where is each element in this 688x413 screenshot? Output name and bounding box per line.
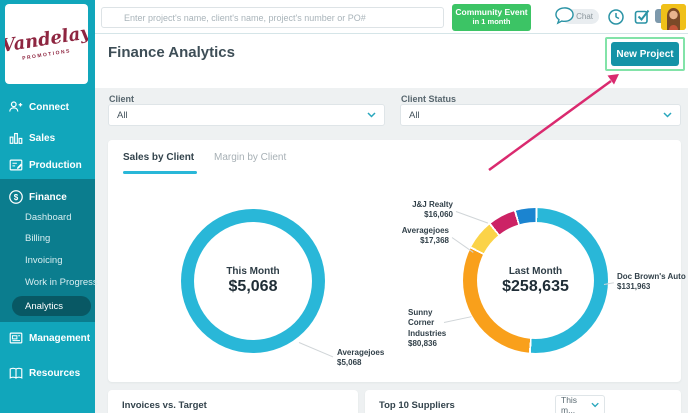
document-edit-icon xyxy=(9,159,23,171)
invoices-card-title: Invoices vs. Target xyxy=(122,400,207,411)
new-project-button[interactable]: New Project xyxy=(611,42,679,66)
tab-margin-by-client[interactable]: Margin by Client xyxy=(214,152,286,163)
segment-value: $5,068 xyxy=(337,358,362,368)
segment-value: $80,836 xyxy=(408,339,437,349)
book-icon xyxy=(9,367,23,379)
dollar-circle-icon: $ xyxy=(9,190,23,204)
people-icon xyxy=(9,101,23,112)
segment-label-doc-browns-auto: Doc Brown's Auto $131,963 xyxy=(617,272,686,293)
app-window: Vandelay PROMOTIONS Connect Sales Produc… xyxy=(0,0,688,413)
page-title: Finance Analytics xyxy=(108,44,235,61)
sidebar-subitem-invoicing[interactable]: Invoicing xyxy=(25,255,63,266)
sidebar-label: Resources xyxy=(29,367,81,379)
segment-name: Doc Brown's Auto xyxy=(617,272,686,281)
avatar-image xyxy=(661,4,686,30)
sales-by-client-card: Sales by Client Margin by Client This Mo… xyxy=(108,140,681,382)
sidebar-subitem-dashboard[interactable]: Dashboard xyxy=(25,212,71,223)
newspaper-icon xyxy=(9,332,23,344)
segment-label-jj-realty: J&J Realty $16,060 xyxy=(403,200,453,221)
tasks-checkbox-icon[interactable] xyxy=(634,8,651,25)
active-tab-underline xyxy=(123,171,197,174)
client-filter-select[interactable]: All xyxy=(108,104,385,126)
chevron-down-icon xyxy=(663,112,672,118)
bar-chart-icon xyxy=(9,132,23,144)
sidebar-label: Sales xyxy=(29,132,56,144)
sidebar-item-sales[interactable]: Sales xyxy=(0,127,95,149)
segment-name: Averagejoes xyxy=(337,348,385,357)
client-status-filter-value: All xyxy=(409,109,420,121)
tab-sales-by-client[interactable]: Sales by Client xyxy=(123,152,194,163)
donut-center: This Month $5,068 xyxy=(194,222,312,340)
chevron-down-icon xyxy=(591,402,599,408)
annotation-highlight-box: New Project xyxy=(605,37,685,71)
sidebar-subitem-work-in-progress[interactable]: Work in Progress xyxy=(25,277,98,288)
this-month-donut-chart[interactable]: This Month $5,068 xyxy=(181,209,325,353)
client-status-filter-label: Client Status xyxy=(401,94,457,104)
donut-center-label: Last Month xyxy=(508,265,563,277)
sidebar-label: Management xyxy=(29,332,91,344)
suppliers-period-select[interactable]: This m... xyxy=(555,395,605,413)
client-status-filter-select[interactable]: All xyxy=(400,104,681,126)
sidebar-item-resources[interactable]: Resources xyxy=(0,362,95,384)
sidebar-label: Connect xyxy=(29,101,69,113)
segment-name: Averagejoes xyxy=(401,226,449,235)
chat-bubble-icon[interactable] xyxy=(554,6,575,25)
segment-name: Sunny Corner Industries xyxy=(408,308,447,338)
top-10-suppliers-card: Top 10 Suppliers This m... xyxy=(365,390,681,413)
segment-label-averagejoes-last-month: Averagejoes $17,368 xyxy=(399,226,449,247)
client-filter-value: All xyxy=(117,109,128,121)
page-header xyxy=(95,34,688,88)
segment-value: $16,060 xyxy=(424,210,453,220)
sidebar-item-finance[interactable]: $ Finance xyxy=(0,186,95,208)
donut-center: Last Month $258,635 xyxy=(477,222,594,339)
sidebar-label: Finance xyxy=(29,191,67,203)
last-month-donut-chart[interactable]: Last Month $258,635 xyxy=(463,208,608,353)
sidebar-subitem-analytics-active[interactable]: Analytics xyxy=(12,296,91,316)
community-event-button[interactable]: Community Event in 1 month xyxy=(452,4,531,31)
sidebar-item-production[interactable]: Production xyxy=(0,154,95,176)
logo-wordmark: Vandelay xyxy=(5,21,88,57)
svg-text:$: $ xyxy=(14,193,19,202)
sidebar: Vandelay PROMOTIONS Connect Sales Produc… xyxy=(0,0,98,413)
donut-center-label: This Month xyxy=(226,266,280,277)
sidebar-label: Production xyxy=(29,159,82,171)
donut-center-value: $5,068 xyxy=(228,278,278,295)
donut-center-value: $258,635 xyxy=(502,277,569,295)
global-search-input[interactable] xyxy=(101,7,444,28)
top-bar: Community Event in 1 month Chat 0 xyxy=(95,0,688,34)
recent-activity-clock-icon[interactable] xyxy=(607,8,625,26)
user-avatar[interactable] xyxy=(661,4,686,30)
company-logo[interactable]: Vandelay PROMOTIONS xyxy=(5,4,88,84)
sidebar-label: Analytics xyxy=(25,300,64,312)
segment-name: J&J Realty xyxy=(412,200,453,209)
segment-label-averagejoes-this-month: Averagejoes $5,068 xyxy=(337,348,384,369)
event-button-line2: in 1 month xyxy=(472,17,511,27)
suppliers-card-title: Top 10 Suppliers xyxy=(379,400,455,411)
sidebar-subitem-billing[interactable]: Billing xyxy=(25,233,50,244)
segment-value: $131,963 xyxy=(617,282,651,292)
segment-label-sunny-corner: Sunny Corner Industries $80,836 xyxy=(408,308,458,350)
sidebar-item-connect[interactable]: Connect xyxy=(0,96,95,118)
client-filter-label: Client xyxy=(109,94,135,104)
segment-value: $17,368 xyxy=(420,236,449,246)
invoices-vs-target-card: Invoices vs. Target xyxy=(108,390,358,413)
period-value: This m... xyxy=(561,395,578,413)
chevron-down-icon xyxy=(367,112,376,118)
sidebar-item-management[interactable]: Management xyxy=(0,327,95,349)
